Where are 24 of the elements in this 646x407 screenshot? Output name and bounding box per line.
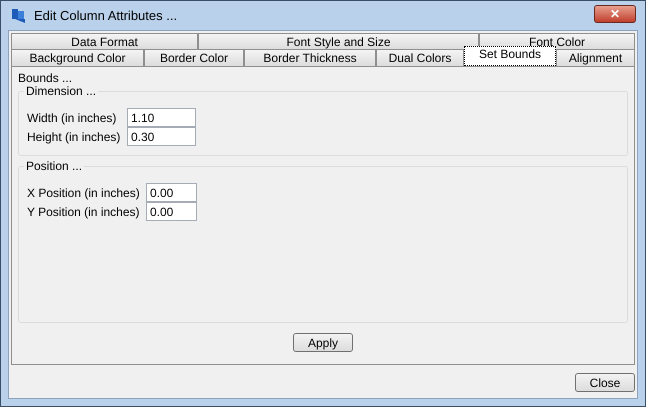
tab[interactable]: Border Thickness bbox=[244, 49, 376, 66]
input-field[interactable]: 1.10 bbox=[127, 108, 196, 127]
apply-button[interactable]: Apply bbox=[293, 333, 353, 352]
input-field[interactable]: 0.30 bbox=[127, 127, 196, 146]
app-icon bbox=[11, 8, 27, 24]
tab[interactable]: Font Style and Size bbox=[198, 33, 479, 49]
tab[interactable]: Dual Colors bbox=[376, 49, 464, 66]
tab[interactable]: Data Format bbox=[11, 33, 198, 49]
field-label: X Position (in inches) bbox=[27, 186, 141, 198]
window-title: Edit Column Attributes ... bbox=[34, 8, 178, 23]
tab[interactable]: Border Color bbox=[144, 49, 244, 66]
tab[interactable]: Font Color bbox=[479, 33, 635, 49]
field-label: Width (in inches) bbox=[27, 112, 118, 124]
input-field[interactable]: 0.00 bbox=[146, 202, 197, 221]
section-title: Bounds ... bbox=[18, 71, 72, 85]
group-title: Dimension ... bbox=[24, 84, 98, 98]
tab[interactable]: Set Bounds bbox=[464, 46, 556, 66]
tab[interactable]: Alignment bbox=[556, 49, 635, 66]
close-button[interactable]: Close bbox=[575, 373, 635, 392]
group-title: Position ... bbox=[24, 159, 84, 173]
field-label: Height (in inches) bbox=[27, 130, 122, 142]
input-field[interactable]: 0.00 bbox=[146, 183, 197, 202]
field-label: Y Position (in inches) bbox=[27, 206, 140, 218]
tab[interactable]: Background Color bbox=[11, 49, 144, 66]
